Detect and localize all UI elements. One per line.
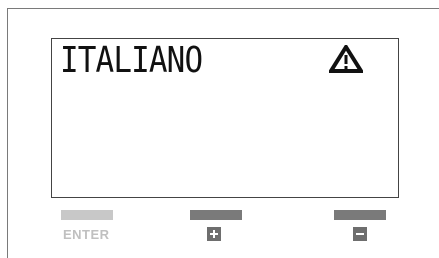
minus-button[interactable] [334, 210, 386, 248]
enter-button-bar[interactable] [61, 210, 113, 220]
plus-button[interactable] [190, 210, 242, 248]
lcd-display: ITALIANO [51, 38, 399, 198]
enter-label: ENTER [63, 227, 110, 242]
plus-button-bar[interactable] [190, 210, 242, 220]
enter-button[interactable]: ENTER [61, 210, 113, 248]
minus-icon[interactable] [353, 227, 367, 241]
plus-icon[interactable] [207, 227, 221, 241]
warning-triangle-icon [327, 43, 365, 73]
language-text: ITALIANO [60, 40, 203, 81]
minus-button-bar[interactable] [334, 210, 386, 220]
